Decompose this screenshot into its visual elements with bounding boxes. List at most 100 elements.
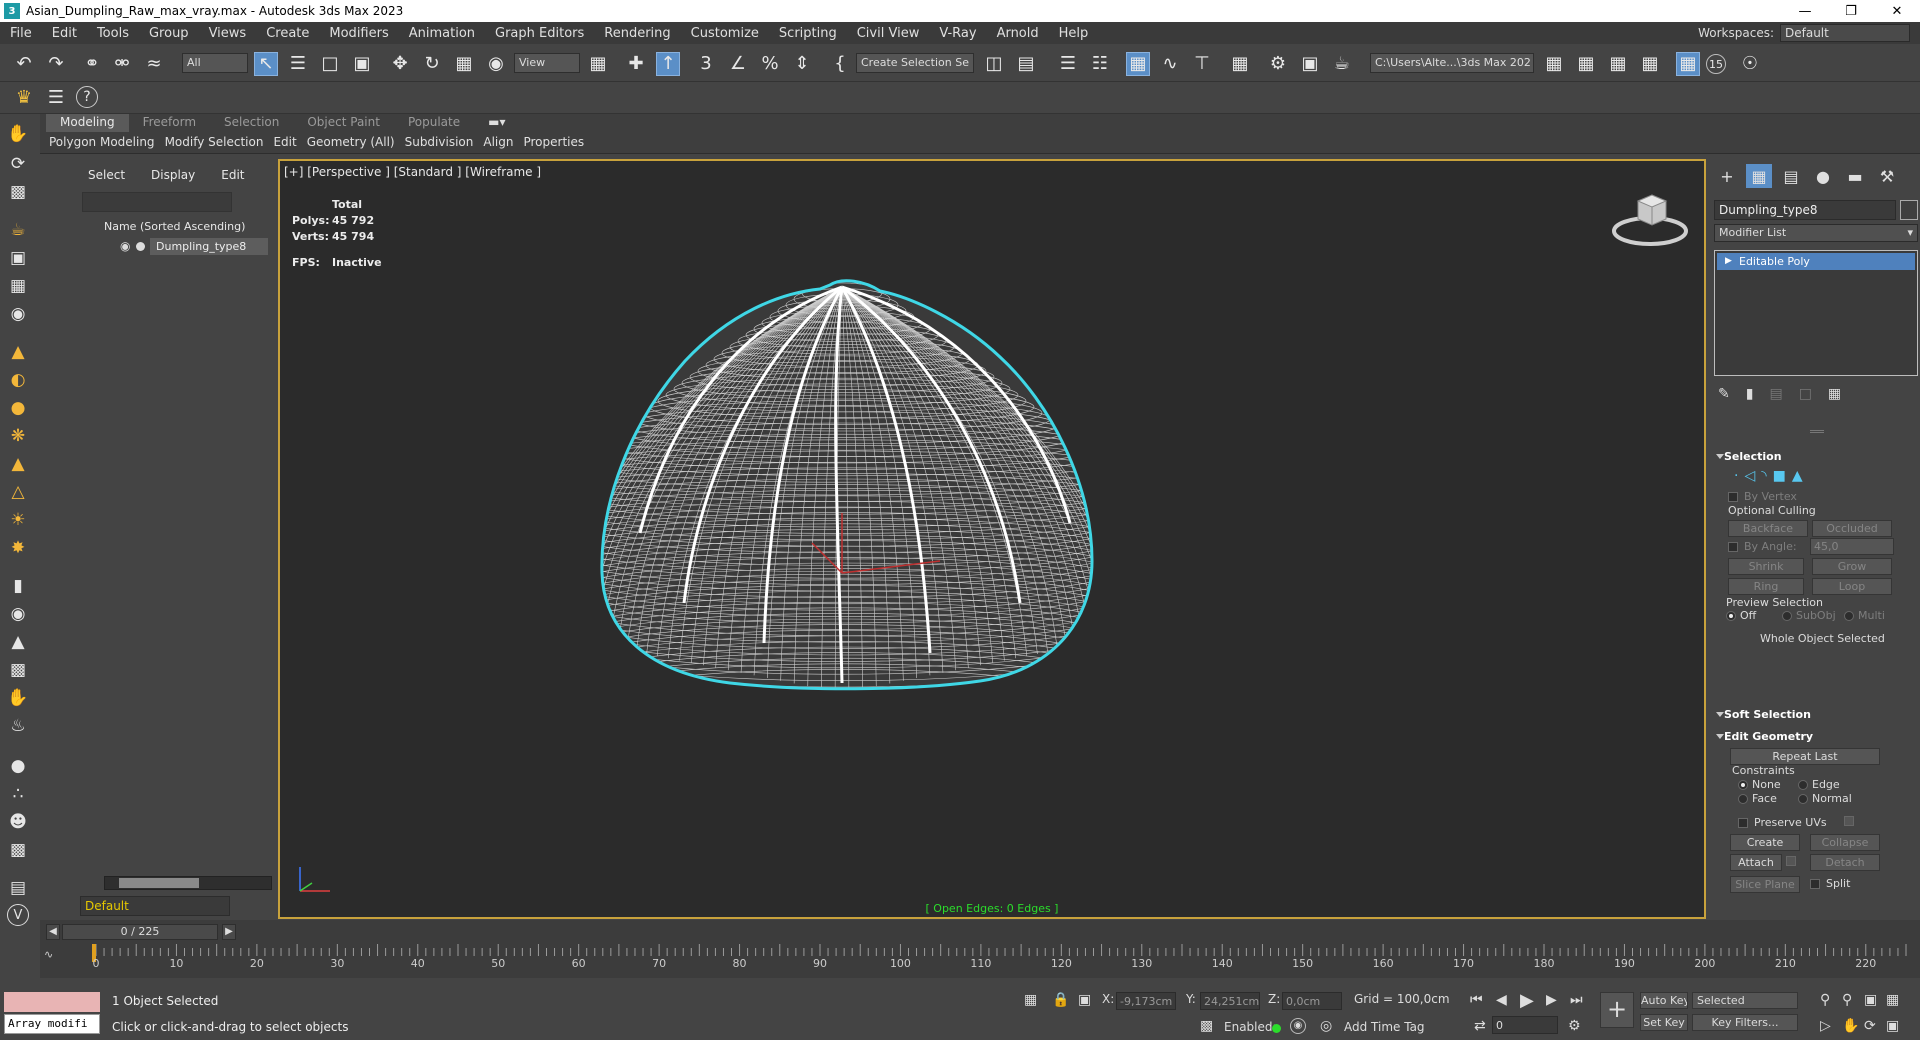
sign-in-icon[interactable]: ☉ [1738,52,1762,76]
clipper-icon[interactable]: ✋ [6,686,30,710]
align-icon[interactable]: ▤ [1014,52,1038,76]
orbit-view-icon[interactable]: ⟳ [1864,1018,1876,1034]
place-icon[interactable]: ◉ [484,52,508,76]
workspace-dropdown[interactable]: Default [1780,24,1910,42]
menu-scripting[interactable]: Scripting [769,26,847,41]
menu-civil-view[interactable]: Civil View [847,26,930,41]
split-checkbox[interactable] [1810,879,1820,889]
time-tag-icon[interactable]: ◉ [1290,1018,1306,1034]
name-column-header[interactable]: Name (Sorted Ascending) [104,220,245,233]
reference-coordinate-dropdown[interactable]: View [514,53,580,73]
render-production-icon[interactable]: ☕ [1330,52,1354,76]
zoom-icon[interactable]: ⚲ [1820,992,1830,1008]
rendered-frame-window-icon[interactable]: ▣ [1298,52,1322,76]
preview-subobj-radio[interactable] [1782,611,1792,621]
selection-rollout-header[interactable]: Selection [1714,448,1918,466]
dome-light-icon[interactable]: ◐ [6,368,30,392]
menu-arnold[interactable]: Arnold [987,26,1049,41]
redo-icon[interactable]: ↷ [44,52,68,76]
vrscans-icon[interactable]: ☻ [6,810,30,834]
angle-snap-icon[interactable]: ∠ [726,52,750,76]
vray-toolbar-icon[interactable]: ▩ [6,838,30,862]
enabled-indicator[interactable] [1272,1024,1281,1033]
tab-object-paint[interactable]: Object Paint [293,114,394,132]
current-frame-field[interactable]: 0 [1492,1016,1558,1034]
slice-plane-button[interactable]: Slice Plane [1730,876,1800,893]
sphere-light-icon[interactable]: ● [6,396,30,420]
ring-button[interactable]: Ring [1728,578,1804,595]
film-icon[interactable]: ▦ [6,274,30,298]
vray-frame-buffer-icon[interactable]: ▤ [6,876,30,900]
open-explorer-icon[interactable]: ▦ [1542,52,1566,76]
snaps-toggle-icon[interactable]: 3 [694,52,718,76]
mesh-light-icon[interactable]: △ [6,480,30,504]
zoom-extents-all-icon[interactable]: ▦ [1886,992,1899,1008]
decal-icon[interactable]: ▩ [6,658,30,682]
set-key-button[interactable]: Set Key [1640,1014,1688,1031]
add-time-tag-icon[interactable]: ◎ [1320,1018,1332,1034]
preserve-uvs-checkbox[interactable] [1738,818,1748,828]
scrollbar-thumb[interactable] [119,878,199,888]
grow-button[interactable]: Grow [1812,558,1892,575]
selection-set-dropdown[interactable]: Selected [1692,992,1798,1009]
dumpling-wireframe-mesh[interactable] [580,273,1110,703]
attach-button[interactable]: Attach [1730,854,1782,871]
constraint-face-radio[interactable] [1738,794,1748,804]
menu-file[interactable]: File [0,26,42,41]
scene-horizontal-scrollbar[interactable] [104,876,272,890]
attach-list-icon[interactable] [1786,856,1796,866]
layer-explorer-icon[interactable]: ☰ [1056,52,1080,76]
by-angle-checkbox[interactable] [1728,542,1738,552]
subtab-edit[interactable]: Edit [268,134,301,154]
adaptive-degradation-icon[interactable]: ▩ [1200,1018,1213,1034]
restore-icon[interactable]: ❐ [1828,0,1874,22]
edit-named-selection-icon[interactable]: { [828,52,852,76]
utilities-tab-icon[interactable]: ⚒ [1874,164,1900,188]
menu-group[interactable]: Group [139,26,199,41]
proxy-icon[interactable]: ▮ [6,574,30,598]
select-object-icon[interactable]: ↖ [254,52,278,76]
menu-edit[interactable]: Edit [42,26,87,41]
panel-resize-handle[interactable] [1810,430,1824,433]
menu-create[interactable]: Create [256,26,319,41]
freeze-dot-icon[interactable] [136,242,145,251]
select-manipulate-icon[interactable]: ✚ [624,52,648,76]
subtab-align[interactable]: Align [478,134,518,154]
script-listener-icon[interactable]: ☰ [44,86,68,110]
menu-vray[interactable]: V-Ray [929,26,986,41]
menu-rendering[interactable]: Rendering [594,26,680,41]
preview-multi-radio[interactable] [1844,611,1854,621]
shrink-button[interactable]: Shrink [1728,558,1804,575]
modify-tab-icon[interactable]: ▦ [1746,164,1772,188]
preview-off-radio[interactable] [1726,611,1736,621]
object-color-swatch[interactable] [1900,200,1918,220]
notification-badge[interactable]: 15 [1706,54,1726,74]
backface-button[interactable]: Backface [1728,520,1808,537]
hierarchy-tab-icon[interactable]: ▤ [1778,164,1804,188]
named-selection-dropdown[interactable]: Create Selection Se [856,53,974,73]
scene-menu-display[interactable]: Display [151,168,195,182]
time-configuration-icon[interactable]: ⚙ [1568,1018,1581,1034]
expand-triangle-icon[interactable]: ▶ [1725,256,1732,266]
pan-view-icon[interactable]: ✋ [1842,1018,1859,1034]
unlink-icon[interactable]: ⚮ [110,52,134,76]
video-camera-icon[interactable]: ◉ [6,302,30,326]
preserve-uvs-settings-icon[interactable] [1844,816,1854,826]
orbit-icon[interactable]: ⟳ [6,152,30,176]
teapot-icon[interactable]: ☕ [6,218,30,242]
field-of-view-icon[interactable]: ▷ [1820,1018,1831,1034]
go-to-start-icon[interactable]: ⏮ [1470,992,1483,1008]
subtab-subdivision[interactable]: Subdivision [400,134,479,154]
percent-snap-icon[interactable]: % [758,52,782,76]
render-setup-icon[interactable]: ⚙ [1266,52,1290,76]
help-icon[interactable]: ? [76,86,98,108]
subtab-geometry-all[interactable]: Geometry (All) [302,134,400,154]
create-button[interactable]: Create [1730,834,1800,851]
keyboard-shortcut-override-icon[interactable]: ↑ [656,52,680,76]
modifier-list-dropdown[interactable]: Modifier List ▾ [1714,224,1918,242]
subtab-modify-selection[interactable]: Modify Selection [160,134,269,154]
subobject-level-icons[interactable]: ⋅◁◝■▲ [1734,468,1809,484]
x-coord-field[interactable]: -9,173cm [1116,992,1176,1010]
menu-views[interactable]: Views [199,26,257,41]
prev-frame-arrow-icon[interactable]: ◀ [46,924,60,940]
